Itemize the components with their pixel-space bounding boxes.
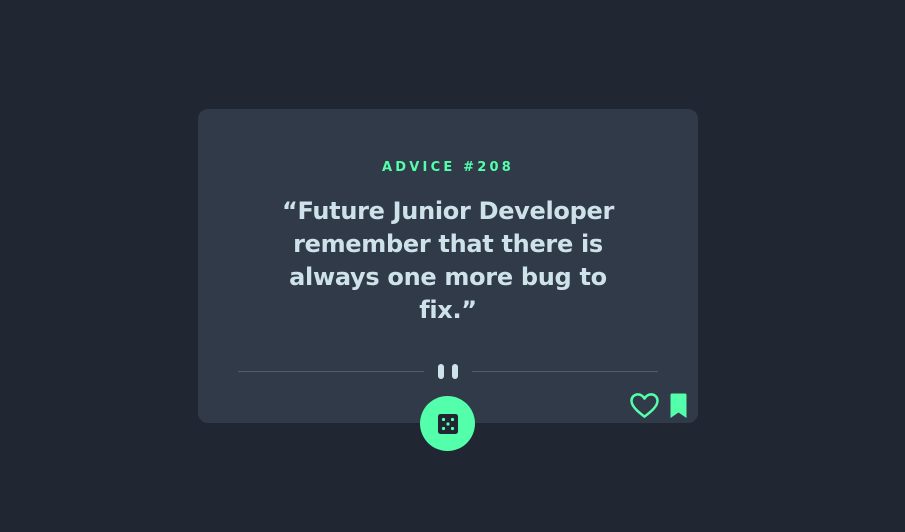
advice-card: ADVICE #208 “Future Junior Developer rem… <box>198 109 698 451</box>
divider-line-right <box>472 371 658 372</box>
bookmark-icon <box>670 393 687 418</box>
bookmark-button[interactable] <box>669 393 688 419</box>
heart-outline-icon <box>630 393 659 418</box>
pause-icon <box>438 364 444 379</box>
generate-advice-button[interactable] <box>420 396 475 451</box>
dice-icon <box>437 413 458 434</box>
page: ADVICE #208 “Future Junior Developer rem… <box>0 0 905 532</box>
advice-quote: “Future Junior Developer remember that t… <box>281 197 615 324</box>
advice-number-label: ADVICE #208 <box>382 160 514 175</box>
pause-icon <box>452 364 458 379</box>
divider-line-left <box>238 371 424 372</box>
like-button[interactable] <box>629 392 660 419</box>
card-actions <box>629 392 688 419</box>
